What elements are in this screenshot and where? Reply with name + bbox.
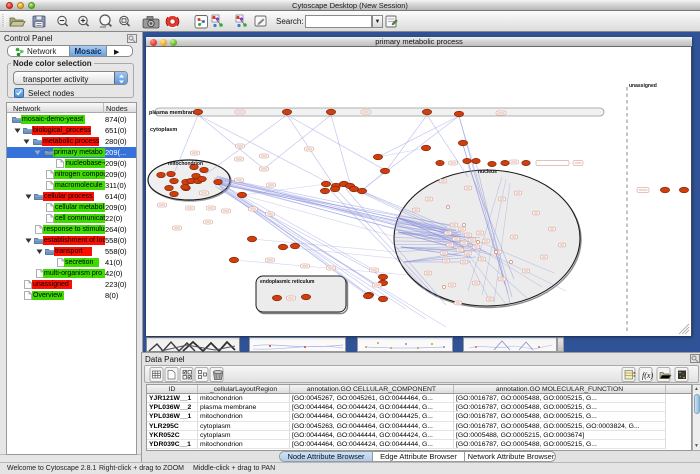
svg-text:mitochondrion: mitochondrion: [168, 161, 203, 167]
svg-text:cytoplasm: cytoplasm: [150, 127, 177, 133]
svg-text:nucleus: nucleus: [478, 169, 497, 175]
svg-text:unassigned: unassigned: [629, 83, 657, 89]
svg-text:endoplasmic reticulum: endoplasmic reticulum: [260, 279, 315, 285]
svg-text:plasma membrane: plasma membrane: [149, 110, 197, 116]
svg-text:f(x): f(x): [642, 371, 653, 380]
